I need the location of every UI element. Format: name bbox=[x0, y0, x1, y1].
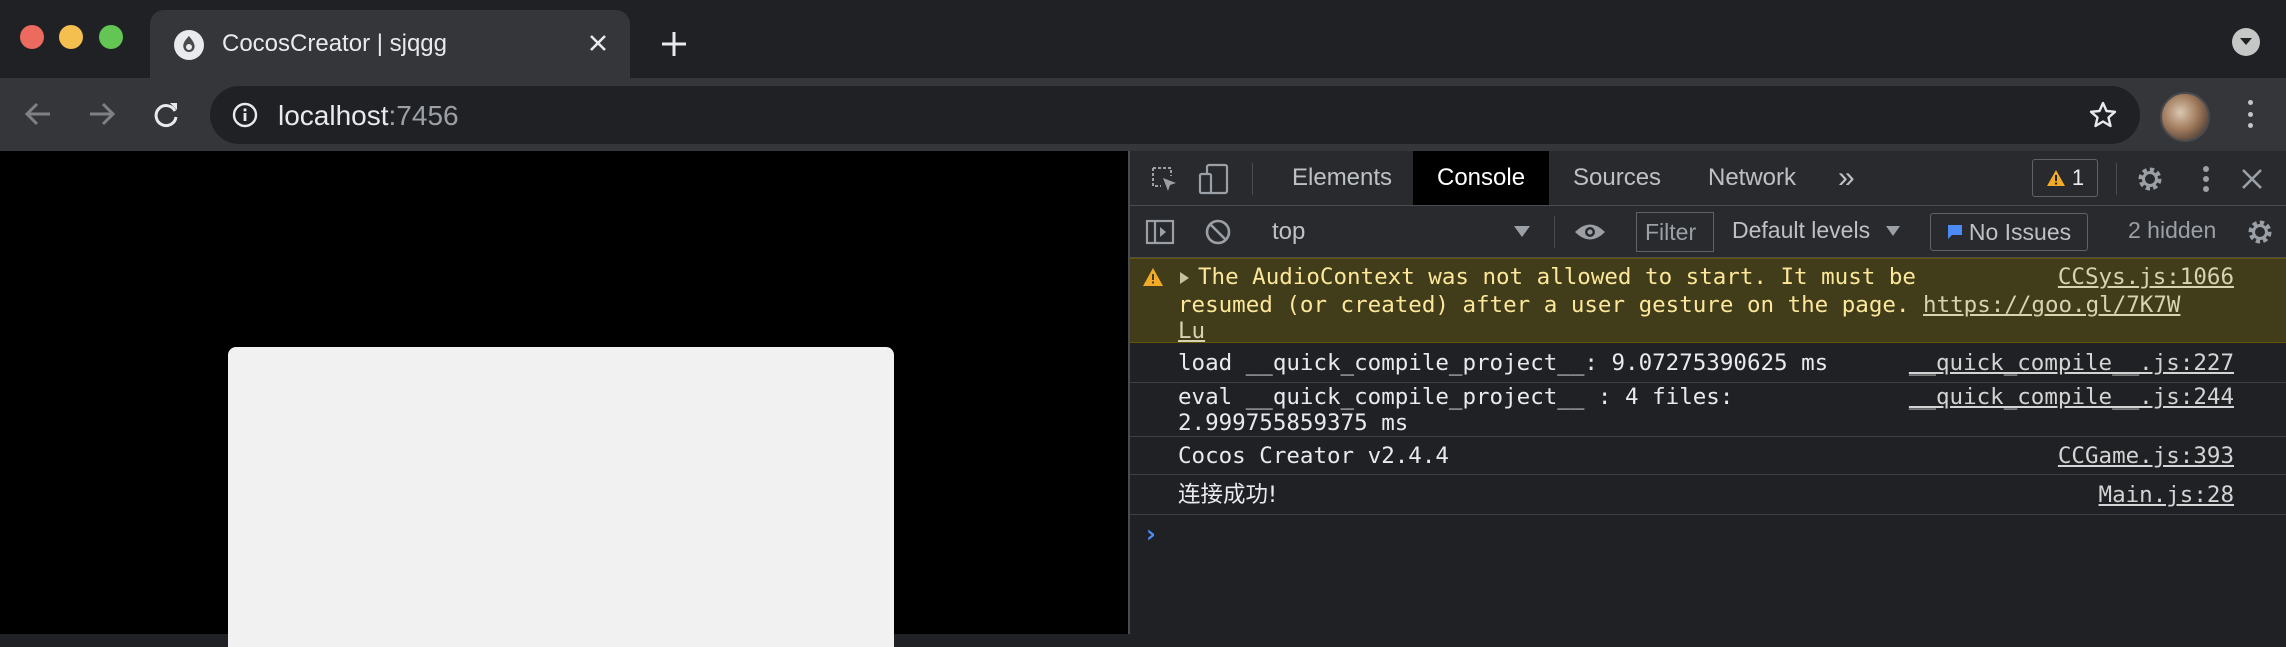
warning-count: 1 bbox=[2071, 165, 2085, 190]
back-arrow-icon bbox=[24, 102, 50, 126]
device-toolbar-icon[interactable] bbox=[1196, 161, 1232, 197]
issues-label: No Issues bbox=[1968, 218, 2072, 245]
address-bar[interactable]: localhost:7456 bbox=[210, 86, 2140, 144]
url-host: localhost bbox=[278, 100, 389, 131]
issues-button[interactable]: No Issues bbox=[1930, 213, 2088, 251]
separator bbox=[1252, 163, 1253, 195]
log-levels-dropdown[interactable]: Default levels bbox=[1732, 217, 1870, 244]
console-prompt[interactable]: › bbox=[1146, 520, 1156, 548]
devtools-panel: Elements Console Sources Network » 1 top bbox=[1130, 151, 2286, 634]
tab-sources[interactable]: Sources bbox=[1573, 151, 1661, 205]
message-source-link[interactable]: Main.js:28 bbox=[2099, 481, 2234, 509]
new-tab-button[interactable] bbox=[656, 26, 692, 62]
message-source-link[interactable]: __quick_compile__.js:244 bbox=[1909, 383, 2234, 411]
window-minimize-button[interactable] bbox=[59, 25, 83, 49]
warning-text-line1: The AudioContext was not allowed to star… bbox=[1198, 264, 1916, 290]
hidden-messages-count: 2 hidden bbox=[2128, 217, 2217, 243]
log-text: load __quick_compile_project__: 9.072753… bbox=[1178, 350, 1829, 376]
log-text: eval __quick_compile_project__ : 4 files… bbox=[1178, 384, 1734, 410]
close-icon[interactable] bbox=[582, 27, 614, 59]
browser-menu-button[interactable] bbox=[2240, 96, 2260, 132]
console-filter-bar: top Filter Default levels No Issues 2 hi… bbox=[1130, 206, 2286, 258]
console-log-message: eval __quick_compile_project__ : 4 files… bbox=[1130, 383, 2286, 437]
issue-message-icon bbox=[1947, 225, 1962, 239]
chevron-down-icon bbox=[1886, 226, 1900, 236]
settings-gear-icon[interactable] bbox=[2134, 163, 2166, 195]
warnings-counter[interactable]: 1 bbox=[2032, 159, 2098, 197]
console-output: The AudioContext was not allowed to star… bbox=[1130, 258, 2286, 634]
browser-tab[interactable]: CocosCreator | sjqgg bbox=[150, 10, 630, 78]
inspect-element-icon[interactable] bbox=[1148, 163, 1180, 195]
console-log-message: Cocos Creator v2.4.4 CCGame.js:393 bbox=[1130, 437, 2286, 475]
devtools-tab-bar: Elements Console Sources Network » 1 bbox=[1130, 151, 2286, 206]
close-devtools-icon[interactable] bbox=[2238, 165, 2266, 193]
back-button[interactable] bbox=[20, 96, 56, 132]
expand-triangle-icon[interactable] bbox=[1180, 272, 1189, 284]
message-source-link[interactable]: __quick_compile__.js:227 bbox=[1909, 349, 2234, 377]
cocos-logo-icon bbox=[174, 30, 204, 60]
console-warning-message[interactable]: The AudioContext was not allowed to star… bbox=[1130, 258, 2286, 345]
forward-button[interactable] bbox=[84, 96, 120, 132]
log-text: 连接成功! bbox=[1178, 482, 1278, 508]
log-text-continued: 2.999755859375 ms bbox=[1178, 410, 1409, 436]
context-selector[interactable]: top bbox=[1272, 218, 1542, 246]
warning-help-link-wrap[interactable]: Lu bbox=[1178, 317, 1205, 345]
browser-toolbar: localhost:7456 bbox=[0, 78, 2286, 151]
message-source-link[interactable]: CCSys.js:1066 bbox=[2058, 263, 2234, 291]
tab-title: CocosCreator | sjqgg bbox=[222, 30, 447, 57]
chevron-down-icon bbox=[2240, 38, 2252, 45]
log-text: Cocos Creator v2.4.4 bbox=[1178, 443, 1449, 469]
clear-console-icon[interactable] bbox=[1202, 216, 1234, 248]
message-source-link[interactable]: CCGame.js:393 bbox=[2058, 442, 2234, 470]
separator bbox=[2116, 163, 2117, 195]
warning-help-link[interactable]: https://goo.gl/7K7W bbox=[1923, 292, 2180, 318]
warning-icon bbox=[1143, 268, 1163, 286]
warning-icon bbox=[2046, 170, 2065, 186]
more-tabs-button[interactable]: » bbox=[1838, 151, 1855, 205]
tab-strip: CocosCreator | sjqgg bbox=[0, 0, 2286, 78]
info-icon[interactable] bbox=[232, 102, 258, 128]
sidebar-toggle-icon[interactable] bbox=[1144, 216, 1176, 248]
window-maximize-button[interactable] bbox=[99, 25, 123, 49]
window-close-button[interactable] bbox=[20, 25, 44, 49]
url-text[interactable]: localhost:7456 bbox=[278, 100, 459, 132]
tab-search-button[interactable] bbox=[2232, 28, 2260, 56]
profile-avatar[interactable] bbox=[2160, 92, 2210, 142]
tab-network[interactable]: Network bbox=[1708, 151, 1796, 205]
live-expression-eye-icon[interactable] bbox=[1572, 218, 1608, 246]
bookmark-star-icon[interactable] bbox=[2088, 100, 2118, 130]
console-log-message: 连接成功! Main.js:28 bbox=[1130, 475, 2286, 515]
warning-text-body: resumed (or created) after a user gestur… bbox=[1178, 292, 1924, 318]
separator bbox=[1554, 216, 1555, 248]
console-settings-gear-icon[interactable] bbox=[2244, 216, 2276, 248]
chevron-down-icon bbox=[1514, 226, 1530, 237]
filter-input[interactable]: Filter bbox=[1636, 212, 1714, 252]
warning-text-line2: resumed (or created) after a user gestur… bbox=[1178, 291, 2180, 319]
devtools-menu-icon[interactable] bbox=[2196, 163, 2216, 195]
tab-elements[interactable]: Elements bbox=[1292, 151, 1392, 205]
reload-icon bbox=[154, 103, 178, 127]
url-port: :7456 bbox=[388, 100, 459, 131]
game-canvas-panel bbox=[228, 347, 894, 647]
page-viewport bbox=[0, 151, 1128, 647]
console-log-message: load __quick_compile_project__: 9.072753… bbox=[1130, 343, 2286, 383]
tab-console[interactable]: Console bbox=[1413, 151, 1550, 205]
forward-arrow-icon bbox=[90, 102, 116, 126]
reload-button[interactable] bbox=[148, 96, 184, 132]
